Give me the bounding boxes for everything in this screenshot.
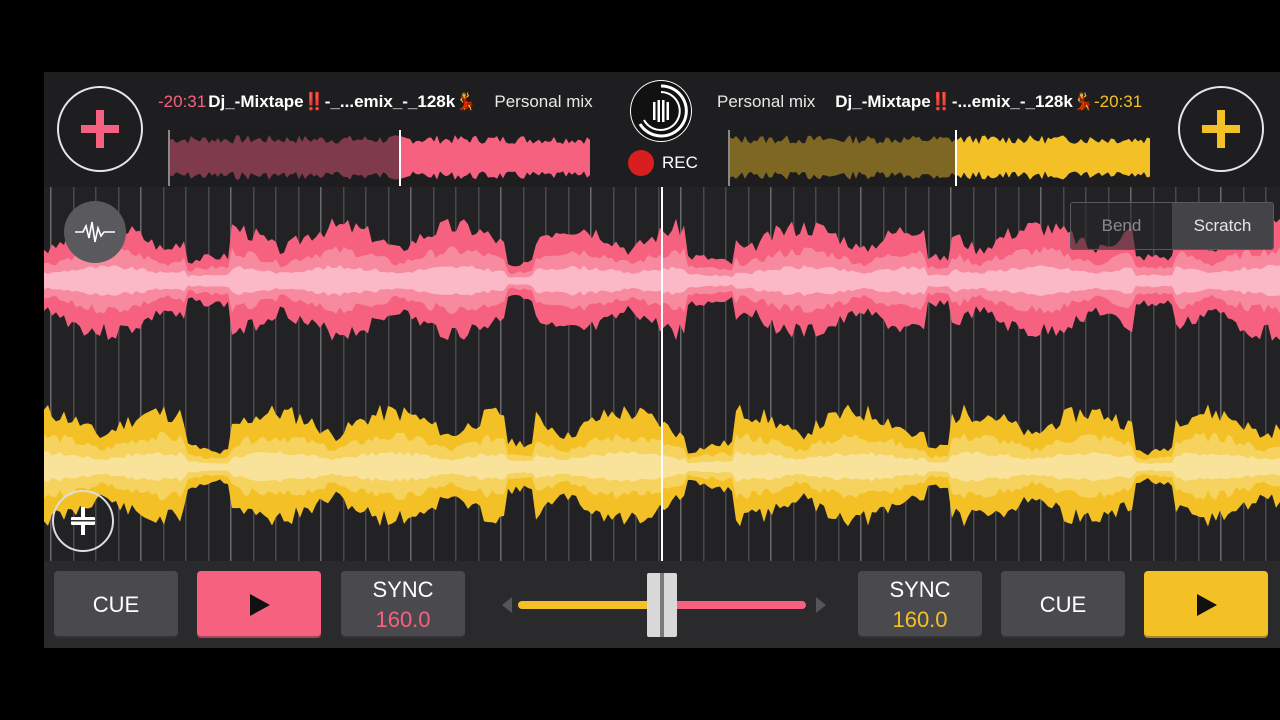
deck-a-play-button[interactable] [197,571,321,638]
plus-icon [81,110,119,148]
deck-b-sync-button[interactable]: SYNC 160.0 [858,571,982,638]
deck-a-overview-waveform[interactable] [168,130,592,186]
bend-label: Bend [1101,216,1142,235]
crossfader-track-b [668,601,806,609]
deck-b-overview-waveform[interactable] [728,130,1152,186]
deck-b-time: -20:31 [1093,92,1143,111]
record-knob[interactable] [630,80,692,142]
deck-b-sync-label: SYNC [889,576,951,602]
deck-a-add-track-button[interactable] [57,86,143,172]
deck-b-track-info: Personal mix Dj_-Mixtape‼️-...emix_-_128… [717,90,1167,114]
record-label: REC [662,153,698,172]
record-dot-icon [628,150,654,176]
mode-toggle[interactable]: Bend Scratch [1070,202,1274,250]
deck-b-title: Dj_-Mixtape‼️-...emix_-_128k💃 [835,92,1094,111]
record-vinyl-icon [631,81,691,141]
bend-mode-button[interactable]: Bend [1071,203,1172,249]
deck-b-add-track-button[interactable] [1178,86,1264,172]
deck-a-cue-button[interactable]: CUE [54,571,178,638]
deck-b-bpm: 160.0 [892,606,948,632]
scratch-label: Scratch [1193,216,1252,235]
fader-icon [71,507,95,535]
crossfader-knob [647,573,677,637]
deck-a-time: -20:31 [158,92,207,111]
deck-a-bpm: 160.0 [375,606,431,632]
crossfader-left-arrow-icon [502,597,512,613]
dj-app: -20:31 Dj_-Mixtape‼️-_...emix_-_128k💃 Pe… [44,72,1280,648]
deck-a-track-info: -20:31 Dj_-Mixtape‼️-_...emix_-_128k💃 Pe… [158,90,606,114]
deck-a-playlist: Personal mix [494,92,593,111]
top-bar: -20:31 Dj_-Mixtape‼️-_...emix_-_128k💃 Pe… [44,72,1280,187]
play-icon [1197,593,1217,616]
deck-a-sync-button[interactable]: SYNC 160.0 [341,571,465,638]
crossfader[interactable] [494,571,834,638]
deck-b-cue-button[interactable]: CUE [1001,571,1125,638]
deck-b-playlist: Personal mix [717,92,816,111]
bottom-controls: CUE SYNC 160.0 SYNC 160.0 CUE [44,561,1280,648]
deck-a-cue-label: CUE [92,591,140,617]
scratch-mode-button[interactable]: Scratch [1172,203,1273,249]
crossfader-track-a [518,601,668,609]
waveform-area[interactable]: Bend Scratch [44,187,1280,561]
crossfader-right-arrow-icon [816,597,826,613]
waveform-icon [75,221,115,243]
equalizer-button[interactable] [52,490,114,552]
playhead-line [661,187,663,561]
play-icon [250,593,270,616]
deck-a-title: Dj_-Mixtape‼️-_...emix_-_128k💃 [208,92,477,111]
deck-a-sync-label: SYNC [372,576,434,602]
deck-b-cue-label: CUE [1039,591,1087,617]
waveform-view-button[interactable] [64,201,126,263]
record-button[interactable]: REC [628,150,698,176]
plus-icon [1202,110,1240,148]
deck-b-play-button[interactable] [1144,571,1268,638]
